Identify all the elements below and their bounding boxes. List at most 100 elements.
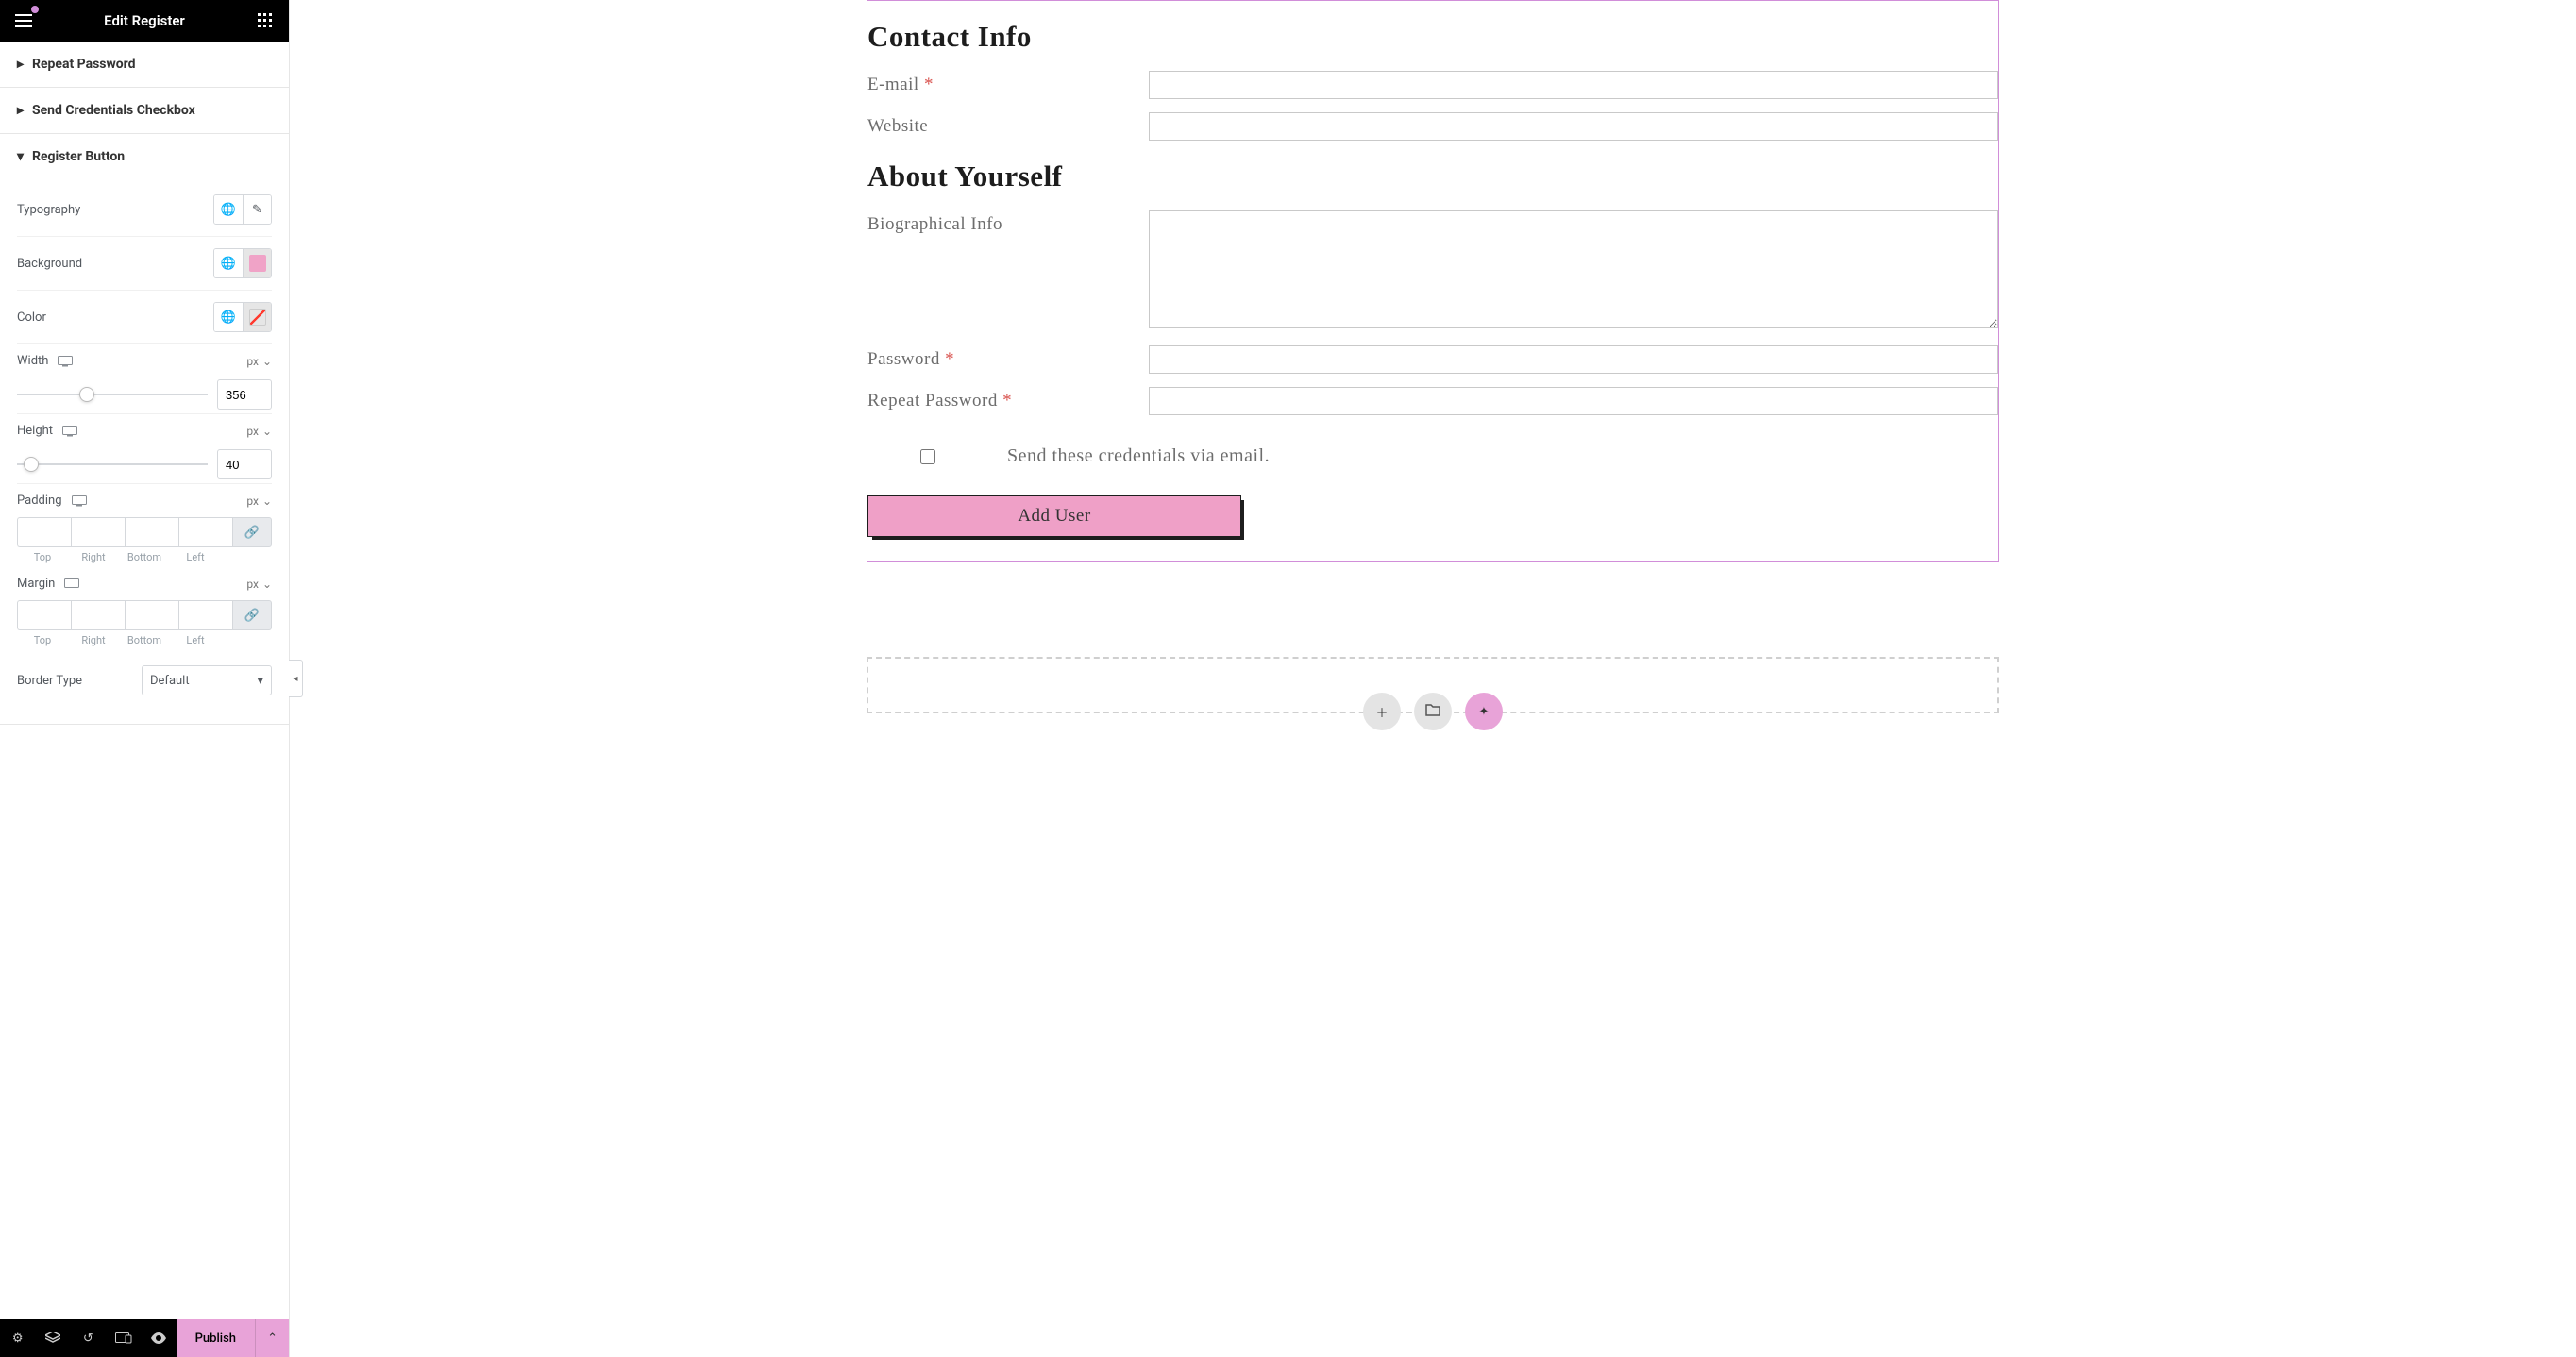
section-repeat-password: ▸ Repeat Password (0, 42, 289, 88)
form-row-bio: Biographical Info (867, 210, 1998, 332)
border-type-select[interactable]: Default ▾ (142, 665, 272, 695)
chevron-up-icon: ⌃ (267, 1332, 278, 1346)
section-title: Send Credentials Checkbox (32, 103, 195, 118)
collapse-sidebar-button[interactable]: ◂ (289, 660, 303, 697)
padding-bottom-input[interactable] (125, 517, 178, 547)
responsive-icon[interactable] (58, 356, 73, 367)
control-label: Margin (17, 577, 55, 591)
responsive-icon[interactable] (62, 426, 77, 437)
section-title: Repeat Password (32, 57, 136, 72)
section-toggle-send-credentials[interactable]: ▸ Send Credentials Checkbox (0, 88, 289, 133)
background-color-button[interactable] (243, 249, 271, 277)
section-register-button: ▾ Register Button Typography 🌐 ✎ Backgro… (0, 134, 289, 725)
side-label: Bottom (119, 634, 170, 646)
folder-icon (1425, 703, 1440, 720)
bio-label: Biographical Info (867, 210, 1149, 235)
chevron-left-icon: ◂ (293, 674, 297, 684)
caret-right-icon: ▸ (17, 103, 25, 118)
bio-textarea[interactable] (1149, 210, 1998, 328)
register-widget[interactable]: Contact Info E-mail * Website About Your… (867, 0, 1999, 562)
chevron-down-icon: ⌄ (262, 578, 272, 591)
padding-top-input[interactable] (17, 517, 71, 547)
side-label: Left (170, 634, 221, 646)
control-label: Background (17, 257, 82, 271)
sidebar-header: Edit Register (0, 0, 289, 42)
background-global-button[interactable]: 🌐 (214, 249, 243, 277)
margin-bottom-input[interactable] (125, 600, 178, 630)
history-button[interactable]: ↺ (71, 1319, 106, 1357)
add-user-button[interactable]: Add User (867, 495, 1241, 537)
typography-edit-button[interactable]: ✎ (243, 195, 271, 224)
add-section-button[interactable]: ＋ (1363, 693, 1401, 730)
responsive-icon[interactable] (64, 578, 79, 590)
unit-dropdown[interactable]: px ⌄ (246, 425, 272, 438)
unit-dropdown[interactable]: px ⌄ (246, 494, 272, 508)
control-typography: Typography 🌐 ✎ (17, 183, 272, 237)
publish-options-button[interactable]: ⌃ (255, 1319, 289, 1357)
control-padding: Padding px ⌄ 🔗 (17, 484, 272, 567)
caret-down-icon: ▾ (17, 149, 25, 164)
margin-left-input[interactable] (178, 600, 232, 630)
apps-button[interactable] (253, 8, 278, 33)
globe-icon: 🌐 (221, 203, 236, 217)
margin-link-toggle[interactable]: 🔗 (232, 600, 272, 630)
website-input[interactable] (1149, 112, 1998, 141)
unit-dropdown[interactable]: px ⌄ (246, 355, 272, 368)
pencil-icon: ✎ (252, 203, 262, 217)
unit-dropdown[interactable]: px ⌄ (246, 578, 272, 591)
settings-button[interactable]: ⚙ (0, 1319, 35, 1357)
repeat-password-label: Repeat Password * (867, 387, 1149, 411)
editor-sidebar: Edit Register ▸ Repeat Password ▸ Send C… (0, 0, 290, 1357)
link-icon: 🔗 (244, 609, 260, 623)
add-template-button[interactable] (1414, 693, 1452, 730)
send-credentials-label: Send these credentials via email. (1007, 445, 1270, 467)
menu-button[interactable] (11, 8, 36, 33)
control-border-type: Border Type Default ▾ (17, 650, 272, 707)
send-credentials-checkbox[interactable] (920, 449, 935, 464)
margin-right-input[interactable] (71, 600, 125, 630)
side-label: Bottom (119, 551, 170, 563)
padding-left-input[interactable] (178, 517, 232, 547)
side-label: Right (68, 634, 119, 646)
section-toggle-register-button[interactable]: ▾ Register Button (0, 134, 289, 179)
history-icon: ↺ (83, 1332, 93, 1346)
padding-right-input[interactable] (71, 517, 125, 547)
form-row-password: Password * (867, 345, 1998, 374)
select-value: Default (150, 674, 190, 688)
color-pick-button[interactable] (243, 303, 271, 331)
add-ai-button[interactable]: ✦ (1465, 693, 1503, 730)
chevron-down-icon: ⌄ (262, 355, 272, 368)
typography-global-button[interactable]: 🌐 (214, 195, 243, 224)
responsive-button[interactable] (106, 1319, 141, 1357)
height-input[interactable] (217, 449, 272, 479)
section-toggle-repeat-password[interactable]: ▸ Repeat Password (0, 42, 289, 87)
preview-button[interactable] (141, 1319, 176, 1357)
control-label: Width (17, 354, 48, 368)
caret-right-icon: ▸ (17, 57, 25, 72)
width-input[interactable] (217, 379, 272, 410)
globe-icon: 🌐 (221, 310, 236, 325)
apps-grid-icon (258, 13, 273, 28)
email-label: E-mail * (867, 71, 1149, 95)
margin-top-input[interactable] (17, 600, 71, 630)
padding-link-toggle[interactable]: 🔗 (232, 517, 272, 547)
password-input[interactable] (1149, 345, 1998, 374)
height-slider[interactable] (17, 463, 208, 465)
layers-icon (45, 1332, 60, 1345)
form-row-repeat-password: Repeat Password * (867, 387, 1998, 415)
color-global-button[interactable]: 🌐 (214, 303, 243, 331)
responsive-icon (115, 1332, 132, 1344)
chevron-down-icon: ⌄ (262, 494, 272, 508)
control-label: Color (17, 310, 46, 325)
navigator-button[interactable] (35, 1319, 70, 1357)
publish-button[interactable]: Publish (177, 1319, 255, 1357)
width-slider[interactable] (17, 394, 208, 395)
responsive-icon[interactable] (72, 495, 87, 507)
notification-dot-icon (31, 6, 39, 13)
email-input[interactable] (1149, 71, 1998, 99)
control-label: Typography (17, 203, 80, 217)
add-section-area[interactable]: ＋ ✦ (867, 657, 1999, 713)
repeat-password-input[interactable] (1149, 387, 1998, 415)
side-label: Top (17, 551, 68, 563)
section-send-credentials: ▸ Send Credentials Checkbox (0, 88, 289, 134)
